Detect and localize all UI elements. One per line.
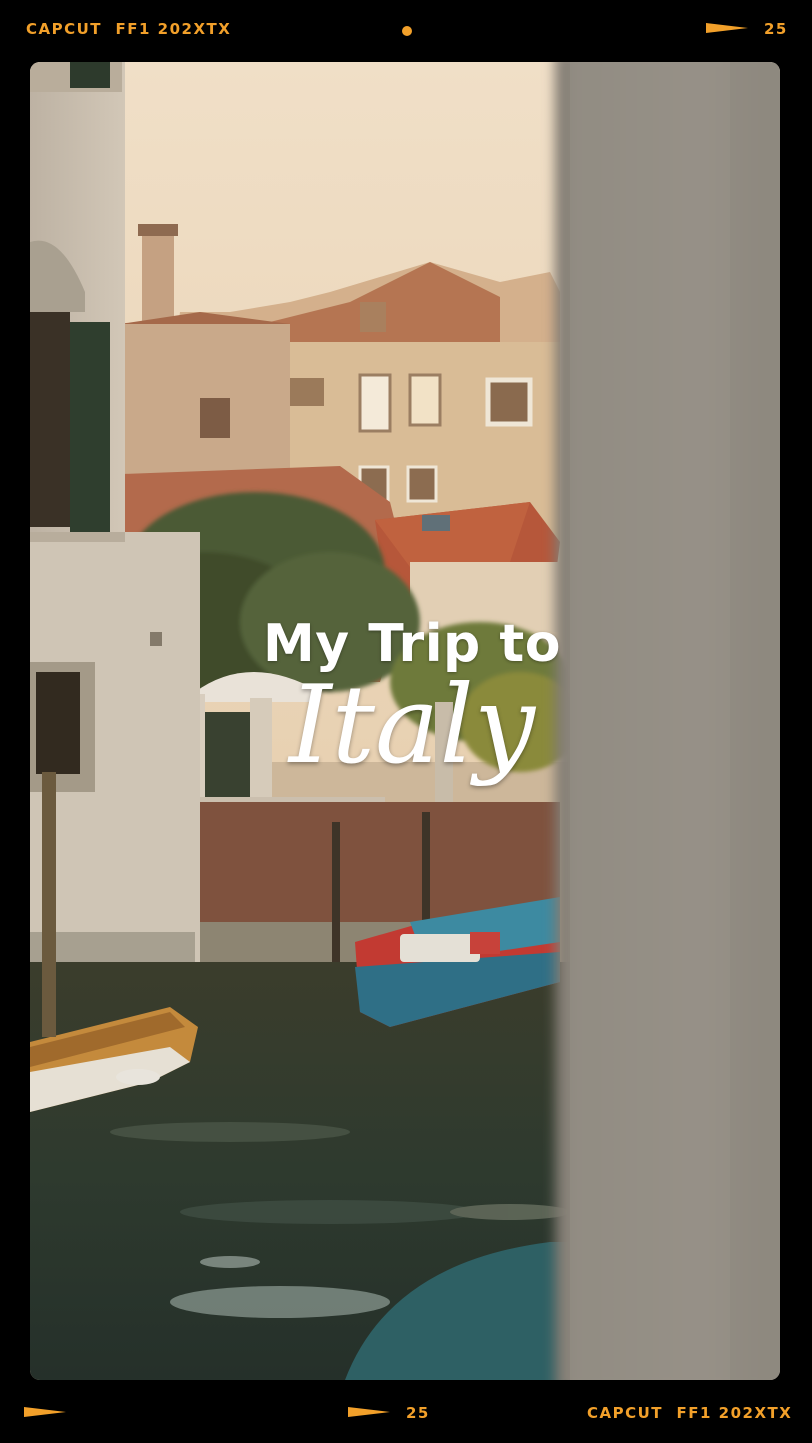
film-label-top-left: CAPCUT FF1 202XTX	[26, 20, 232, 38]
film-label-bottom-right: CAPCUT FF1 202XTX	[587, 1404, 793, 1422]
film-dot-icon	[402, 26, 412, 36]
title-line-2: Italy	[288, 663, 535, 788]
film-arrow-icon-top	[706, 23, 748, 33]
photo-frame: My Trip to Italy	[30, 62, 780, 1380]
film-number-top-right: 25	[764, 20, 788, 38]
title-overlay: My Trip to Italy	[262, 614, 562, 780]
film-arrow-icon-bottom-left	[24, 1407, 66, 1417]
film-arrow-icon-bottom-center	[348, 1407, 390, 1417]
film-number-bottom-center: 25	[406, 1404, 430, 1422]
